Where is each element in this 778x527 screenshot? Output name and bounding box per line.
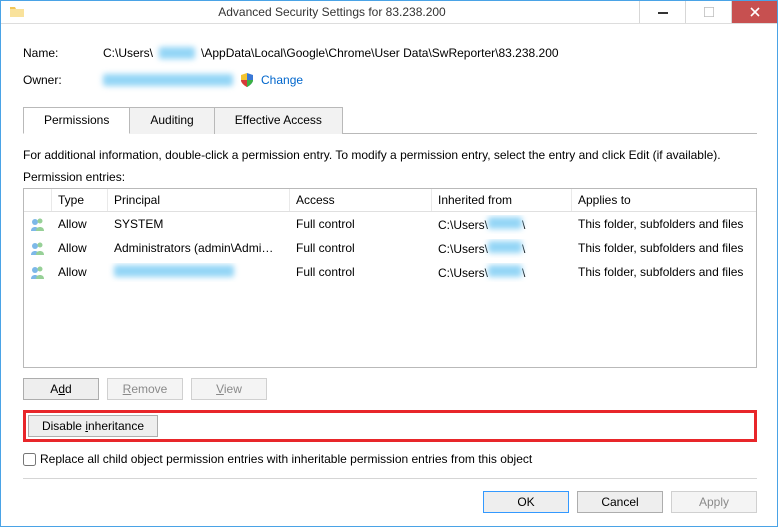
tab-auditing[interactable]: Auditing [130,107,214,134]
view-button: View [191,378,267,400]
col-icon[interactable] [24,189,52,211]
col-inherited[interactable]: Inherited from [432,189,572,211]
change-owner-link[interactable]: Change [261,73,303,87]
shield-icon [239,72,255,88]
cell-inherited: C:\Users\\ [432,263,572,282]
col-access[interactable]: Access [290,189,432,211]
col-principal[interactable]: Principal [108,189,290,211]
add-button[interactable]: Add [23,378,99,400]
cell-applies: This folder, subfolders and files [572,239,756,257]
entry-buttons: Add Remove View [23,378,757,400]
disable-inheritance-button[interactable]: Disable inheritance [28,415,158,437]
cell-applies: This folder, subfolders and files [572,263,756,281]
tab-effective-access[interactable]: Effective Access [215,107,343,134]
owner-row: Owner: Change [23,72,757,88]
titlebar: Advanced Security Settings for 83.238.20… [1,1,777,24]
cell-type: Allow [52,215,108,233]
tabstrip: Permissions Auditing Effective Access [23,106,757,134]
table-header: Type Principal Access Inherited from App… [24,189,756,212]
folder-icon [9,4,25,20]
info-text: For additional information, double-click… [23,148,757,162]
dialog-footer: OK Cancel Apply [23,478,757,513]
minimize-button[interactable] [639,1,685,23]
cell-principal: Administrators (admin\Admi… [108,239,290,257]
table-row[interactable]: AllowSYSTEMFull controlC:\Users\\This fo… [24,212,756,236]
window-controls [639,1,777,23]
replace-child-checkbox[interactable] [23,453,36,466]
apply-button: Apply [671,491,757,513]
window-title: Advanced Security Settings for 83.238.20… [25,5,639,19]
cell-principal: SYSTEM [108,215,290,233]
users-icon [24,214,52,234]
ok-button[interactable]: OK [483,491,569,513]
name-label: Name: [23,46,103,60]
col-type[interactable]: Type [52,189,108,211]
users-icon [24,238,52,258]
disable-inheritance-highlight: Disable inheritance [23,410,757,442]
dialog-content: Name: C:\Users\\AppData\Local\Google\Chr… [1,24,777,527]
close-button[interactable] [731,1,777,23]
remove-button: Remove [107,378,183,400]
name-value: C:\Users\\AppData\Local\Google\Chrome\Us… [103,46,559,60]
cell-type: Allow [52,239,108,257]
cell-access: Full control [290,215,432,233]
cell-principal [108,263,290,282]
entries-label: Permission entries: [23,170,757,184]
maximize-button[interactable] [685,1,731,23]
users-icon [24,262,52,282]
table-row[interactable]: Allow Full controlC:\Users\\This folder, … [24,260,756,284]
replace-child-checkbox-row[interactable]: Replace all child object permission entr… [23,452,757,466]
col-applies[interactable]: Applies to [572,189,756,211]
cell-access: Full control [290,263,432,281]
owner-label: Owner: [23,73,103,87]
cancel-button[interactable]: Cancel [577,491,663,513]
owner-value [103,74,233,86]
permission-entries-table[interactable]: Type Principal Access Inherited from App… [23,188,757,368]
table-row[interactable]: AllowAdministrators (admin\Admi…Full con… [24,236,756,260]
cell-inherited: C:\Users\\ [432,239,572,258]
cell-access: Full control [290,239,432,257]
cell-applies: This folder, subfolders and files [572,215,756,233]
cell-type: Allow [52,263,108,281]
name-row: Name: C:\Users\\AppData\Local\Google\Chr… [23,46,757,60]
cell-inherited: C:\Users\\ [432,215,572,234]
tab-permissions[interactable]: Permissions [23,107,130,134]
replace-child-label: Replace all child object permission entr… [40,452,532,466]
